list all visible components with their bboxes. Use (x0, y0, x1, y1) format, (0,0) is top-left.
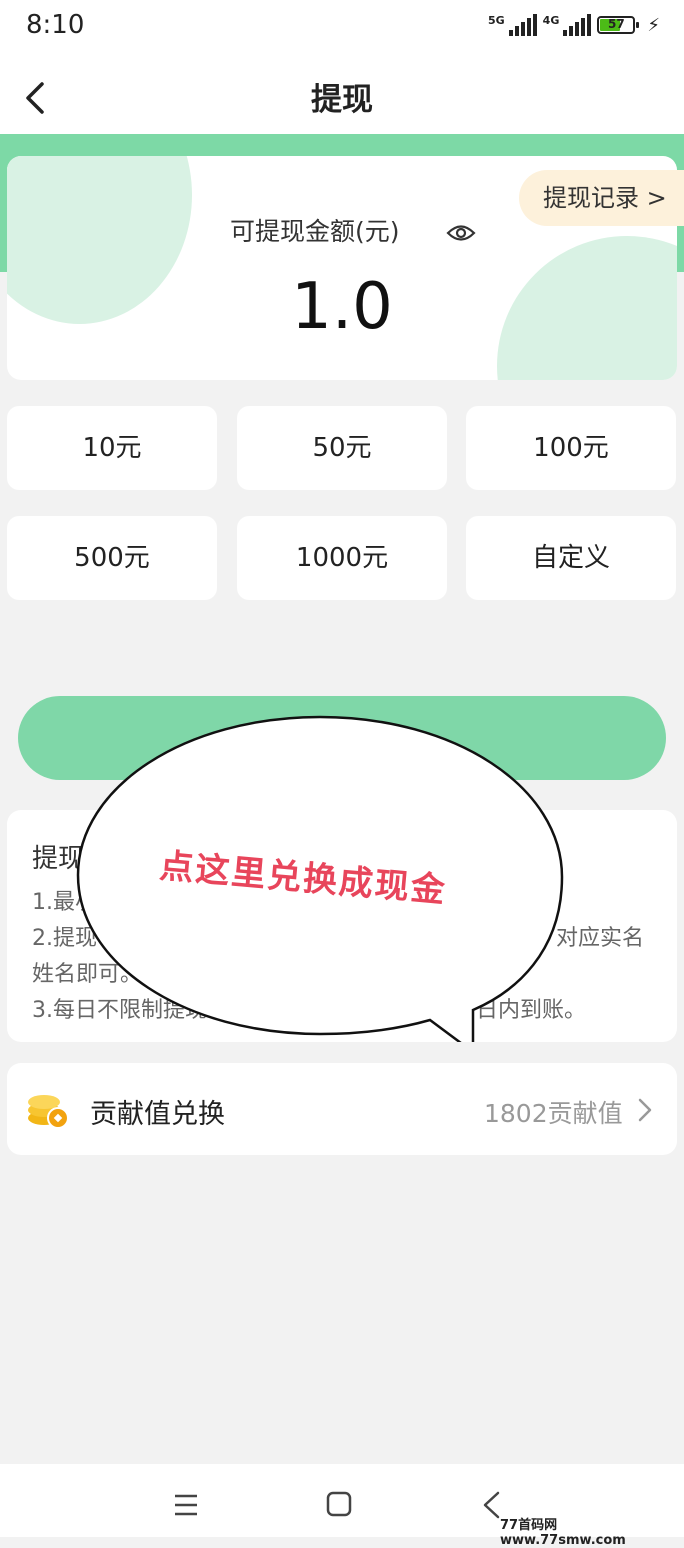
contribution-label: 贡献值兑换 (90, 1099, 225, 1130)
watermark: 77首码网 www.77smw.com (500, 1518, 626, 1548)
amount-option-custom[interactable]: 自定义 (466, 516, 676, 600)
balance-value: 1.0 (291, 270, 393, 344)
charging-icon: ⚡ (647, 14, 660, 36)
page-title: 提现 (311, 82, 373, 118)
amount-option-100[interactable]: 100元 (466, 406, 676, 490)
battery-level: 57 (608, 17, 625, 31)
signal-icon (508, 14, 537, 36)
net-4g-label: 4G (542, 14, 560, 27)
amount-option-10[interactable]: 10元 (7, 406, 217, 490)
signal-icon (563, 14, 592, 36)
balance-label: 可提现金额(元) (230, 217, 400, 246)
amount-option-500[interactable]: 500元 (7, 516, 217, 600)
rule-line-2-end: 对应实名 (556, 926, 645, 951)
withdraw-records-button[interactable]: 提现记录 > (519, 170, 684, 226)
eye-icon[interactable] (446, 222, 476, 244)
coin-stack-icon (28, 1095, 69, 1129)
amount-option-50[interactable]: 50元 (237, 406, 447, 490)
back-icon[interactable] (480, 1490, 502, 1520)
net-5g-label: 5G (487, 14, 505, 27)
chevron-right-icon (638, 1098, 652, 1122)
status-icons: 5G 4G 57 ⚡ (488, 14, 660, 36)
menu-icon[interactable] (172, 1492, 200, 1518)
amount-option-1000[interactable]: 1000元 (237, 516, 447, 600)
battery-icon: 57 (597, 16, 640, 34)
status-time: 8:10 (26, 10, 85, 40)
contribution-value: 1802贡献值 (484, 1099, 623, 1128)
home-icon[interactable] (325, 1490, 353, 1518)
